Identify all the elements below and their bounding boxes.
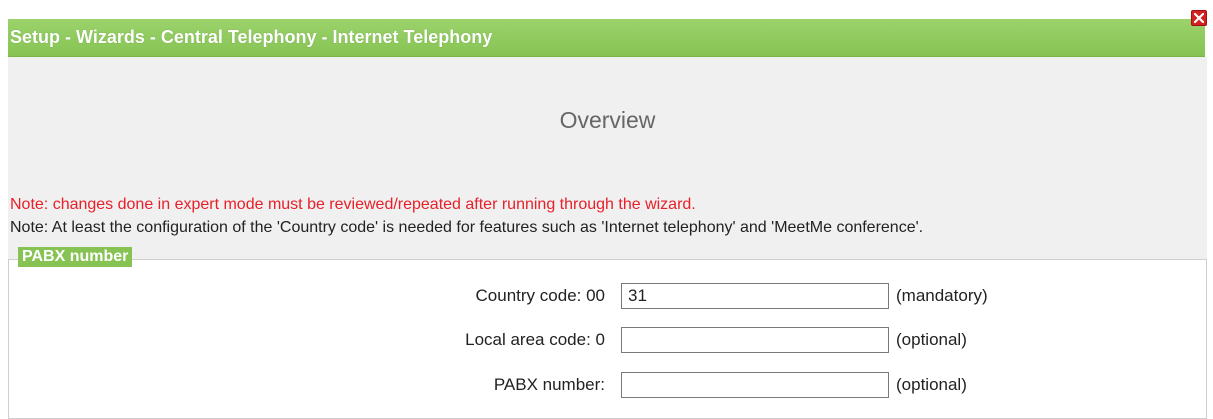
warning-note: Note: changes done in expert mode must b…: [10, 196, 696, 213]
country-code-label: Country code: 00: [475, 286, 605, 305]
local-area-code-input[interactable]: [621, 327, 889, 353]
pabx-number-legend: PABX number: [18, 247, 133, 267]
country-code-hint: (mandatory): [896, 286, 988, 305]
pabx-number-fieldset: Country code: 00 (mandatory) Local area …: [8, 259, 1207, 419]
window-title: Setup - Wizards - Central Telephony - In…: [10, 27, 493, 47]
wizard-content: Overview Note: changes done in expert mo…: [8, 57, 1207, 419]
pabx-number-label: PABX number:: [493, 375, 605, 394]
window-title-bar: Setup - Wizards - Central Telephony - In…: [8, 19, 1205, 57]
pabx-number-hint: (optional): [896, 375, 967, 394]
local-area-code-hint: (optional): [896, 330, 967, 349]
local-area-code-label: Local area code: 0: [465, 330, 605, 349]
country-code-input[interactable]: [621, 283, 889, 309]
pabx-number-input[interactable]: [621, 372, 889, 398]
info-note: Note: At least the configuration of the …: [10, 219, 924, 236]
close-button[interactable]: [1191, 10, 1207, 26]
close-icon: [1194, 13, 1204, 23]
page-heading: Overview: [559, 107, 656, 133]
